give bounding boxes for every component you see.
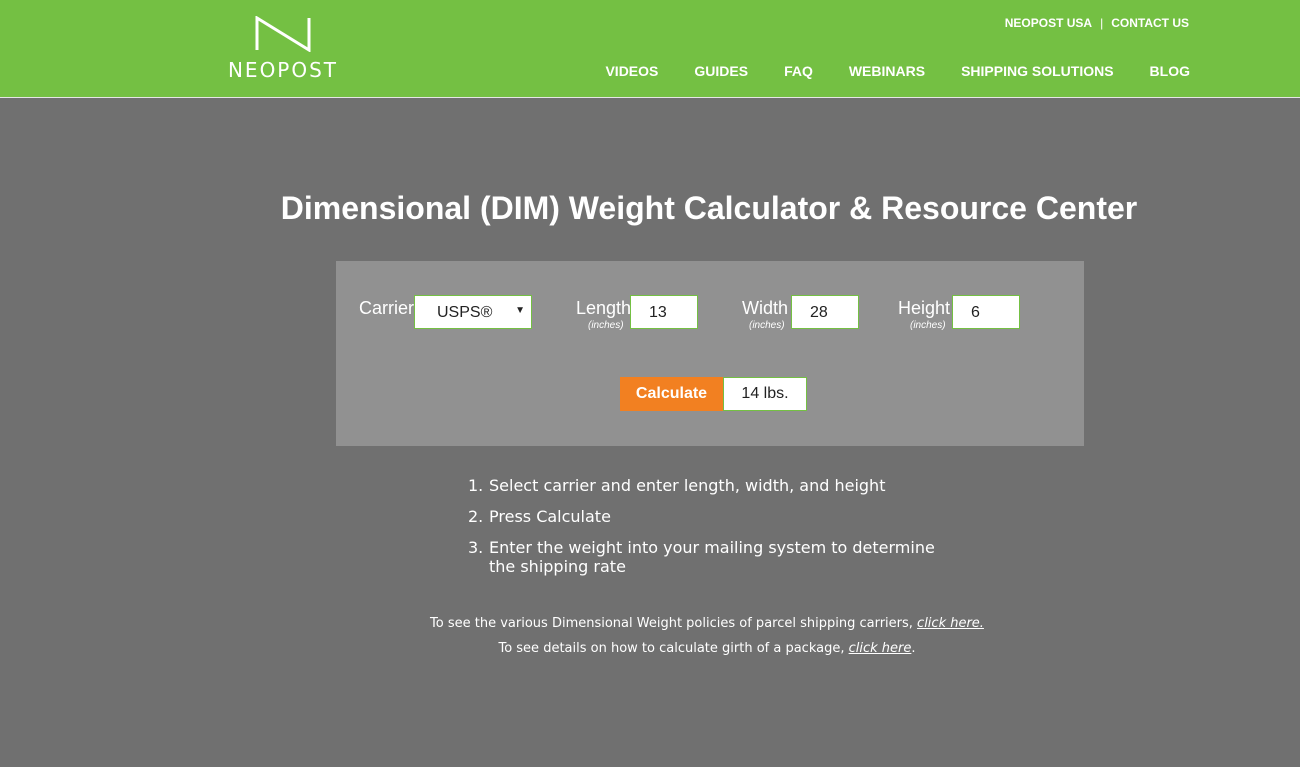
width-label: Width: [742, 298, 789, 318]
height-unit: (inches): [910, 320, 946, 331]
dim-policies-link[interactable]: click here.: [917, 616, 984, 631]
length-label: Length: [576, 298, 632, 318]
page-title: Dimensional (DIM) Weight Calculator & Re…: [280, 190, 1138, 226]
height-input[interactable]: 6: [952, 295, 1020, 329]
girth-link[interactable]: click here: [849, 641, 912, 656]
nav-shipping-solutions[interactable]: SHIPPING SOLUTIONS: [961, 63, 1113, 79]
dim-policies-note: To see the various Dimensional Weight po…: [0, 611, 1300, 636]
list-item: 1. Select carrier and enter length, widt…: [468, 476, 948, 495]
carrier-select[interactable]: USPS® ▼: [414, 295, 532, 329]
utility-separator: |: [1100, 16, 1104, 30]
length-value: 13: [649, 304, 667, 321]
contact-us-link[interactable]: CONTACT US: [1111, 16, 1189, 30]
weight-result: 14 lbs.: [723, 377, 807, 411]
utility-nav: NEOPOST USA | CONTACT US: [1005, 16, 1189, 30]
step-number: 3.: [468, 538, 484, 557]
width-value: 28: [810, 304, 828, 321]
neopost-logo-icon: [255, 16, 311, 52]
height-label: Height: [898, 298, 951, 318]
width-unit: (inches): [749, 320, 785, 331]
resource-notes: To see the various Dimensional Weight po…: [0, 611, 1300, 661]
calculate-button[interactable]: Calculate: [620, 377, 723, 411]
dim-policies-text: To see the various Dimensional Weight po…: [430, 616, 918, 631]
girth-period: .: [911, 641, 916, 656]
step-number: 2.: [468, 507, 484, 526]
carrier-label: Carrier: [359, 298, 415, 318]
step-text: Press Calculate: [489, 507, 611, 526]
nav-guides[interactable]: GUIDES: [694, 63, 748, 79]
step-text: Select carrier and enter length, width, …: [489, 476, 886, 495]
girth-text: To see details on how to calculate girth…: [498, 641, 849, 656]
site-header: NEOPOST NEOPOST USA | CONTACT US VIDEOS …: [0, 0, 1300, 98]
girth-note: To see details on how to calculate girth…: [0, 636, 1300, 661]
list-item: 3. Enter the weight into your mailing sy…: [468, 538, 948, 576]
length-input[interactable]: 13: [630, 295, 698, 329]
step-text: Enter the weight into your mailing syste…: [489, 538, 935, 576]
neopost-logo[interactable]: NEOPOST: [219, 16, 347, 82]
dropdown-arrow-icon: ▼: [515, 305, 525, 316]
height-value: 6: [971, 304, 980, 321]
width-input[interactable]: 28: [791, 295, 859, 329]
list-item: 2. Press Calculate: [468, 507, 948, 526]
neopost-usa-link[interactable]: NEOPOST USA: [1005, 16, 1092, 30]
logo-text: NEOPOST: [227, 58, 339, 82]
nav-webinars[interactable]: WEBINARS: [849, 63, 925, 79]
carrier-selected-value: USPS®: [437, 304, 493, 321]
length-unit: (inches): [588, 320, 624, 331]
nav-videos[interactable]: VIDEOS: [605, 63, 658, 79]
main-nav: VIDEOS GUIDES FAQ WEBINARS SHIPPING SOLU…: [605, 63, 1190, 79]
nav-faq[interactable]: FAQ: [784, 63, 813, 79]
step-number: 1.: [468, 476, 484, 495]
instructions-list: 1. Select carrier and enter length, widt…: [468, 476, 948, 588]
nav-blog[interactable]: BLOG: [1150, 63, 1190, 79]
dim-weight-calculator: Carrier USPS® ▼ Length (inches) 13 Width…: [336, 261, 1084, 446]
